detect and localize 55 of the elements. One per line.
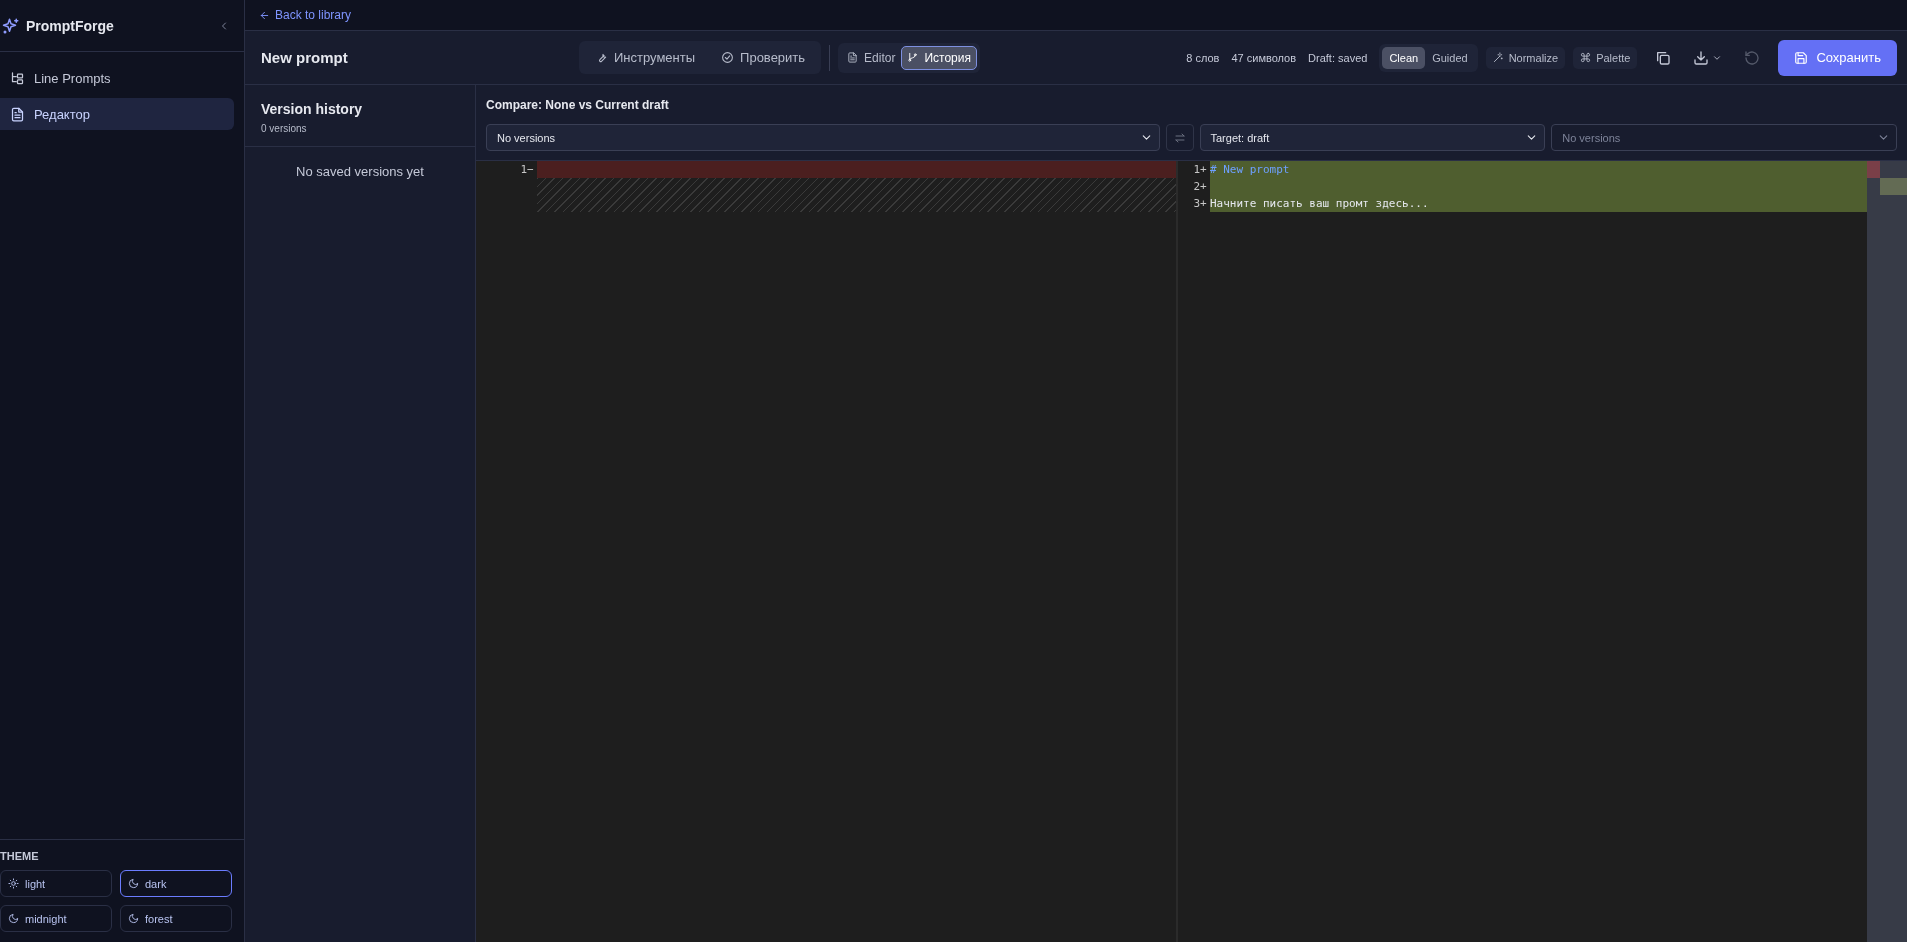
save-icon: [1794, 50, 1809, 65]
moon-icon: [128, 913, 139, 924]
diff-marker: +: [1200, 163, 1208, 176]
version-select[interactable]: Target: draft: [1199, 124, 1546, 151]
diff-marker: +: [1200, 197, 1208, 210]
mode-toggle[interactable]: Guided: [1425, 46, 1475, 69]
view-tab[interactable]: Editor: [841, 45, 902, 70]
line-number: 1: [519, 163, 527, 176]
view-tab[interactable]: История: [901, 45, 977, 70]
theme-option[interactable]: forest: [120, 905, 232, 932]
sparkle-logo-icon: [2, 16, 20, 35]
undo-icon: [1744, 49, 1761, 66]
command-icon: [1580, 52, 1592, 63]
moon-icon: [128, 878, 139, 889]
moon-icon: [8, 913, 19, 924]
swap-arrows-icon: [1173, 131, 1186, 144]
panel-title: Version history: [261, 101, 364, 117]
sun-icon: [8, 878, 19, 889]
action-button[interactable]: Palette: [1573, 46, 1638, 69]
save-button[interactable]: Сохранить: [1778, 39, 1897, 76]
check-circle-icon: [721, 51, 735, 64]
stat-text: Draft: saved: [1308, 51, 1368, 64]
theme-option[interactable]: light: [0, 870, 112, 897]
theme-option[interactable]: midnight: [0, 905, 112, 932]
diff-marker: −: [527, 163, 535, 176]
download-icon: [1693, 49, 1710, 66]
sidebar-item[interactable]: Редактор: [0, 98, 234, 130]
brand-name: PromptForge: [26, 17, 115, 34]
branch-icon: [907, 52, 919, 63]
line-number: 1: [1192, 163, 1200, 176]
empty-message: No saved versions yet: [296, 164, 424, 179]
toolbar-button[interactable]: Инструменты: [582, 44, 709, 71]
action-button[interactable]: Normalize: [1485, 46, 1566, 69]
diff-marker: +: [1200, 180, 1208, 193]
toolbar-button[interactable]: Проверить: [708, 44, 819, 71]
sidebar-item[interactable]: Line Prompts: [0, 62, 234, 94]
theme-heading: THEME: [0, 850, 40, 862]
line-number: 3: [1192, 197, 1200, 210]
compare-title: Compare: None vs Current draft: [486, 98, 670, 112]
theme-option[interactable]: dark: [120, 870, 232, 897]
copy-icon: [1655, 49, 1672, 66]
stat-text: 47 символов: [1231, 51, 1297, 64]
document-icon: [10, 106, 25, 122]
back-link[interactable]: Back to library: [259, 8, 352, 22]
mode-toggle[interactable]: Clean: [1382, 46, 1426, 69]
line-number: 2: [1192, 180, 1200, 193]
prompt-title: New prompt: [261, 49, 349, 66]
wand-icon: [1492, 52, 1504, 63]
version-select[interactable]: No versions: [486, 124, 1160, 151]
tree-icon: [10, 70, 25, 86]
swap-button[interactable]: [1165, 124, 1194, 151]
document-icon: [847, 52, 859, 63]
arrow-left-icon: [259, 9, 270, 21]
version-count: 0 versions: [261, 123, 308, 134]
stat-text: 8 слов: [1186, 51, 1220, 64]
